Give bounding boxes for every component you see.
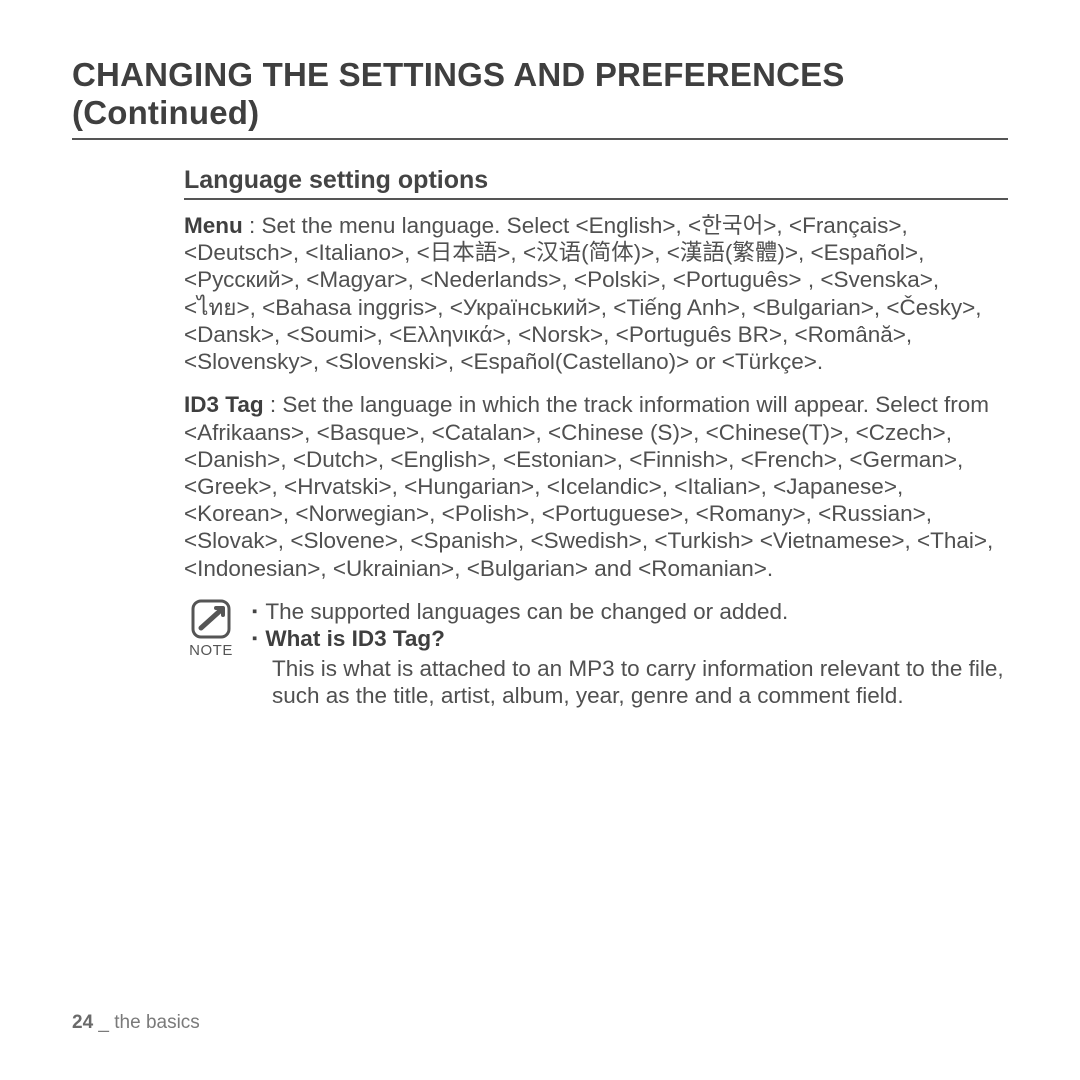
note-body: ▪ The supported languages can be changed… xyxy=(252,598,1008,710)
id3-text: : Set the language in which the track in… xyxy=(184,392,993,580)
note-label: NOTE xyxy=(184,642,238,659)
section-heading: Language setting options xyxy=(184,166,1008,200)
page-footer: 24 _ the basics xyxy=(72,1012,200,1034)
note-label-column: NOTE xyxy=(184,598,238,659)
menu-paragraph: Menu : Set the menu language. Select <En… xyxy=(184,212,1008,375)
note-bullet-2: ▪ What is ID3 Tag? xyxy=(252,625,1008,652)
page-title: CHANGING THE SETTINGS AND PREFERENCES (C… xyxy=(72,56,1008,140)
note-question: What is ID3 Tag? xyxy=(265,625,445,652)
note-line-1: The supported languages can be changed o… xyxy=(265,598,788,625)
id3-paragraph: ID3 Tag : Set the language in which the … xyxy=(184,391,1008,582)
page-content: Language setting options Menu : Set the … xyxy=(72,166,1008,710)
note-icon xyxy=(190,598,232,640)
menu-text: : Set the menu language. Select <English… xyxy=(184,213,981,374)
menu-label: Menu xyxy=(184,213,243,238)
note-bullet-1: ▪ The supported languages can be changed… xyxy=(252,598,1008,625)
note-explanation: This is what is attached to an MP3 to ca… xyxy=(252,655,1008,710)
footer-separator: _ xyxy=(93,1012,114,1033)
note-block: NOTE ▪ The supported languages can be ch… xyxy=(184,598,1008,710)
manual-page: CHANGING THE SETTINGS AND PREFERENCES (C… xyxy=(0,0,1080,1080)
id3-label: ID3 Tag xyxy=(184,392,264,417)
bullet-icon: ▪ xyxy=(252,598,257,625)
page-number: 24 xyxy=(72,1012,93,1033)
footer-section: the basics xyxy=(114,1012,200,1033)
bullet-icon: ▪ xyxy=(252,625,257,652)
